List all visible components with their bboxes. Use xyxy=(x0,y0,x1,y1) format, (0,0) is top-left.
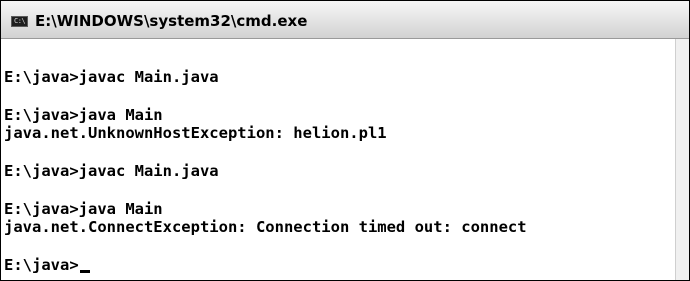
prompt-text: E:\java> xyxy=(4,256,79,274)
window-title: E:\WINDOWS\system32\cmd.exe xyxy=(35,12,308,30)
vertical-scrollbar[interactable] xyxy=(675,39,689,280)
prompt-line[interactable]: E:\java> xyxy=(4,256,90,274)
cmd-window: C:\ E:\WINDOWS\system32\cmd.exe E:\java>… xyxy=(0,0,690,281)
console-line: E:\java>javac Main.java xyxy=(4,162,219,180)
console-line: E:\java>javac Main.java xyxy=(4,68,219,86)
console-output[interactable]: E:\java>javac Main.java E:\java>java Mai… xyxy=(1,39,675,280)
console-line: java.net.ConnectException: Connection ti… xyxy=(4,218,527,236)
console-line: E:\java>java Main xyxy=(4,106,163,124)
title-bar[interactable]: C:\ E:\WINDOWS\system32\cmd.exe xyxy=(1,1,689,39)
cmd-console-icon[interactable]: C:\ xyxy=(11,16,28,27)
console-line: java.net.UnknownHostException: helion.pl… xyxy=(4,124,387,142)
cmd-icon-glyph: C:\ xyxy=(14,17,26,25)
console-line: E:\java>java Main xyxy=(4,200,163,218)
text-cursor xyxy=(79,270,90,273)
